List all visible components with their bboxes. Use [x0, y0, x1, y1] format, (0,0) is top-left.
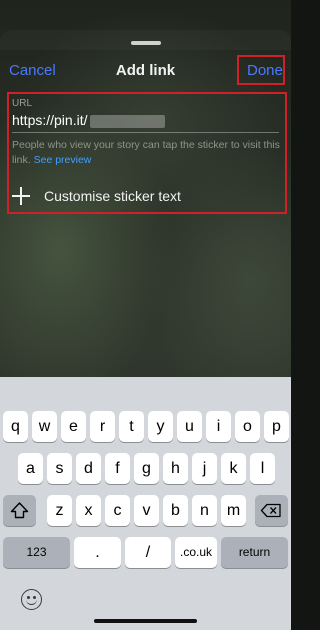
key-k[interactable]: k: [221, 453, 246, 484]
plus-icon[interactable]: [12, 187, 30, 205]
key-v[interactable]: v: [134, 495, 159, 526]
see-preview-link[interactable]: See preview: [34, 154, 92, 166]
emoji-icon[interactable]: [21, 589, 42, 610]
key-p[interactable]: p: [264, 411, 289, 442]
shift-key[interactable]: [3, 495, 36, 526]
key-l[interactable]: l: [250, 453, 275, 484]
key-s[interactable]: s: [47, 453, 72, 484]
key-j[interactable]: j: [192, 453, 217, 484]
key-c[interactable]: c: [105, 495, 130, 526]
home-indicator: [94, 619, 197, 623]
key-g[interactable]: g: [134, 453, 159, 484]
url-label: URL: [12, 98, 33, 109]
sheet: [0, 30, 291, 50]
url-underline: [12, 132, 279, 133]
key-n[interactable]: n: [192, 495, 217, 526]
done-button[interactable]: Done: [247, 62, 283, 80]
sheet-grabber[interactable]: [131, 41, 161, 45]
backspace-icon: [260, 503, 281, 518]
key-b[interactable]: b: [163, 495, 188, 526]
key-e[interactable]: e: [61, 411, 86, 442]
key-i[interactable]: i: [206, 411, 231, 442]
key-z[interactable]: z: [47, 495, 72, 526]
backspace-key[interactable]: [255, 495, 288, 526]
url-redacted: [90, 115, 165, 128]
shift-icon: [10, 502, 29, 519]
key-d[interactable]: d: [76, 453, 101, 484]
numbers-key[interactable]: 123: [3, 537, 70, 568]
emoji-mouth: [26, 599, 37, 605]
key-x[interactable]: x: [76, 495, 101, 526]
key-slash[interactable]: /: [125, 537, 171, 568]
key-q[interactable]: q: [3, 411, 28, 442]
key-h[interactable]: h: [163, 453, 188, 484]
customise-sticker-text-button[interactable]: Customise sticker text: [44, 187, 181, 205]
return-key[interactable]: return: [221, 537, 288, 568]
key-r[interactable]: r: [90, 411, 115, 442]
key-u[interactable]: u: [177, 411, 202, 442]
key-dot[interactable]: .: [74, 537, 121, 568]
key-o[interactable]: o: [235, 411, 260, 442]
key-f[interactable]: f: [105, 453, 130, 484]
key-a[interactable]: a: [18, 453, 43, 484]
key-t[interactable]: t: [119, 411, 144, 442]
helper-text: People who view your story can tap the s…: [12, 138, 282, 168]
key-co-uk[interactable]: .co.uk: [175, 537, 217, 568]
url-input[interactable]: https://pin.it/: [12, 112, 87, 128]
key-w[interactable]: w: [32, 411, 57, 442]
key-m[interactable]: m: [221, 495, 246, 526]
key-y[interactable]: y: [148, 411, 173, 442]
